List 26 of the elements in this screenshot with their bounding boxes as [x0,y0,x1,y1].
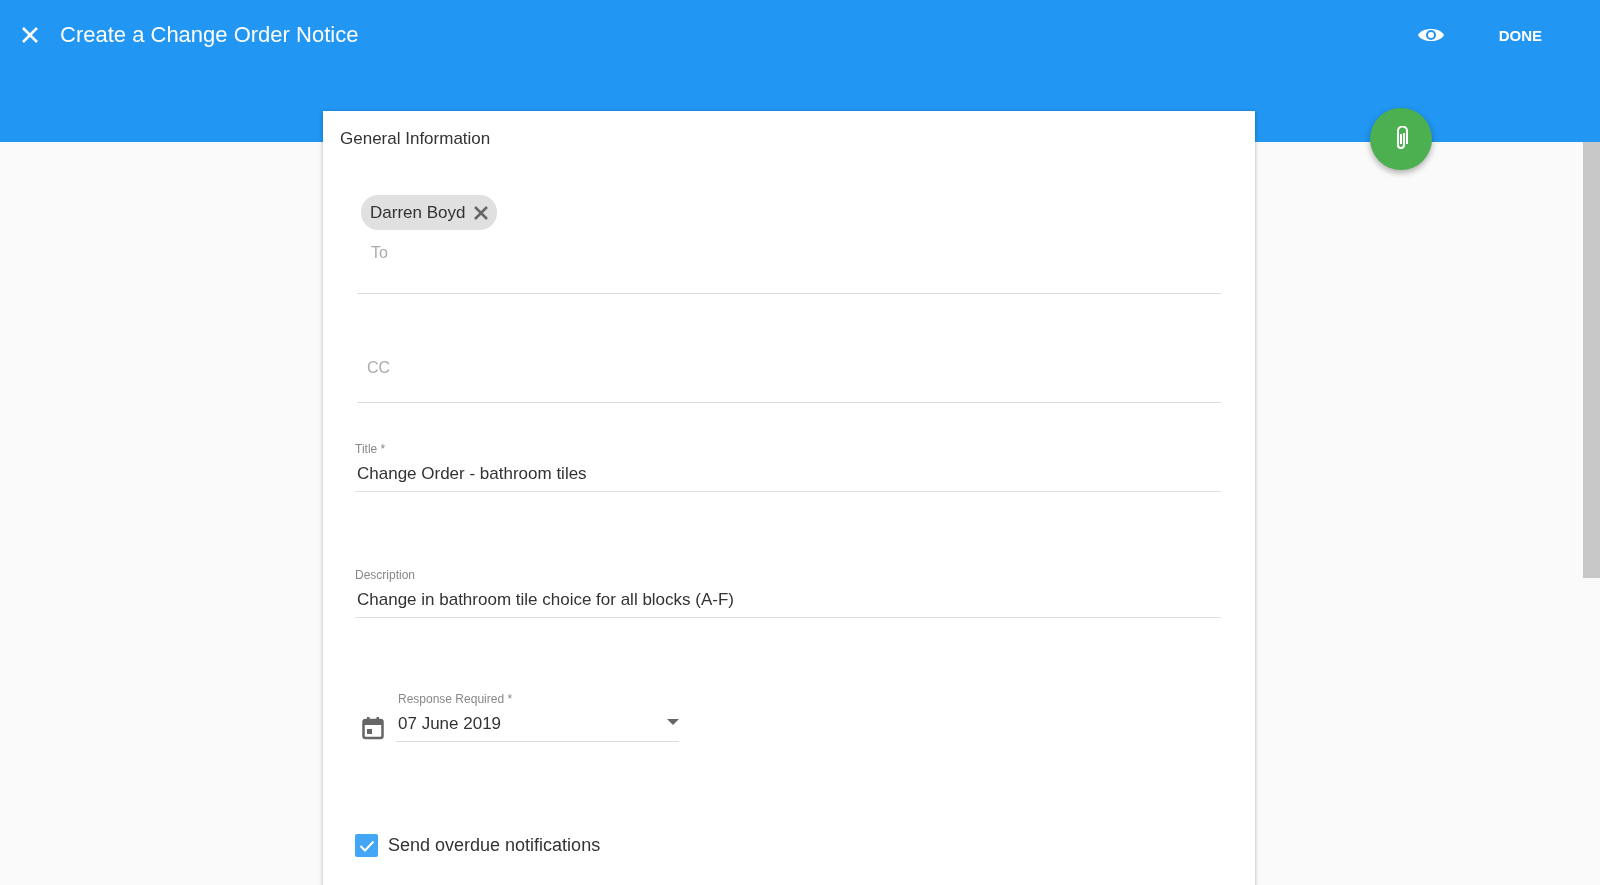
page-title: Create a Change Order Notice [60,22,360,48]
close-icon [473,204,490,221]
field-label: Description [355,568,417,582]
remove-chip-button[interactable] [473,204,490,221]
chip-label: Darren Boyd [370,202,466,223]
title-field[interactable]: Title * Change Order - bathroom tiles [355,442,1221,492]
paperclip-icon [1394,126,1408,152]
section-heading: General Information [340,129,492,149]
field-value: 07 June 2019 [397,713,503,735]
scrollbar-thumb[interactable] [1583,142,1600,578]
cc-placeholder: CC [366,359,392,377]
to-placeholder: To [370,244,389,262]
attach-button[interactable] [1370,108,1432,170]
calendar-icon [362,716,384,740]
caret-icon [667,719,679,725]
date-field[interactable]: Response Required * 07 June 2019 [396,692,679,742]
description-field[interactable]: Description Change in bathroom tile choice for all blocks (A-F) [355,568,1221,618]
checkbox[interactable] [355,834,378,857]
check-icon [358,839,375,852]
field-label: Title * [355,442,387,456]
checkbox-label: Send overdue notifications [388,835,601,856]
field-value: Change Order - bathroom tiles [356,463,588,485]
close-icon [20,25,40,45]
field-label: Response Required * [397,692,514,706]
to-field[interactable]: Darren Boyd To [357,195,1221,294]
field-value: Change in bathroom tile choice for all blocks (A-F) [356,589,735,611]
